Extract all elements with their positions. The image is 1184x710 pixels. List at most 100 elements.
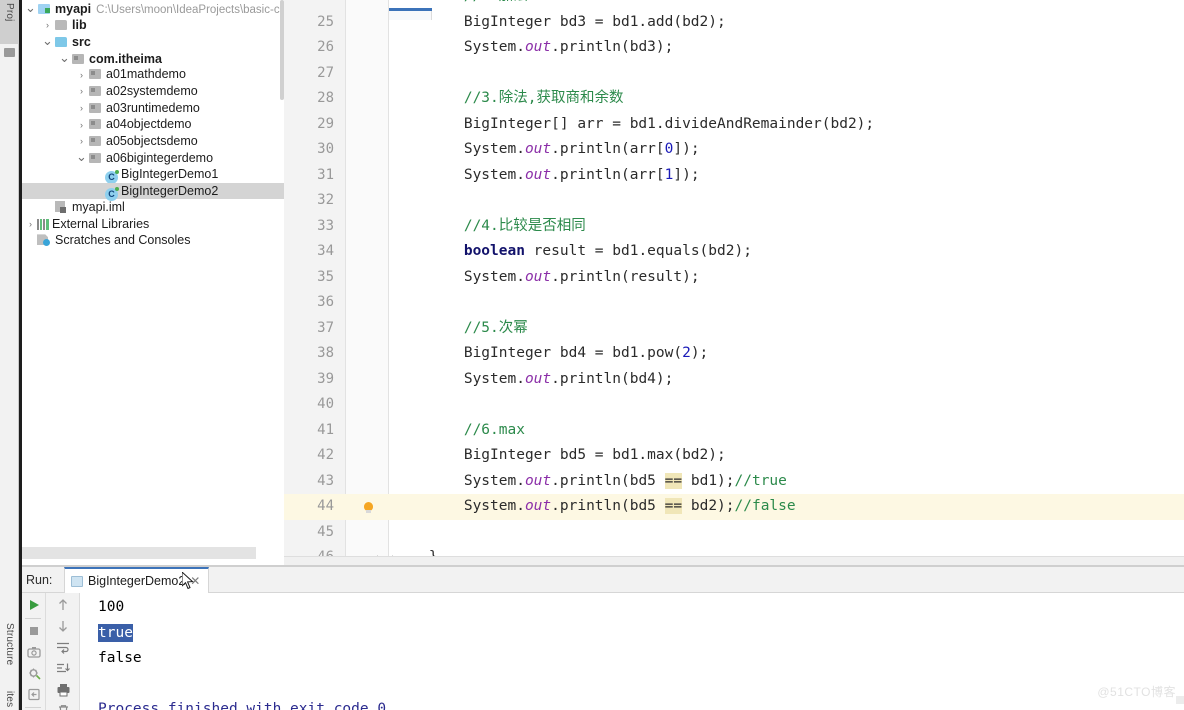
scroll-to-end-button[interactable] — [53, 658, 73, 678]
chevron-right-icon[interactable]: › — [75, 117, 88, 134]
code-editor[interactable]: 24 //2.加法25 BigInteger bd3 = bd1.add(bd2… — [284, 0, 1184, 565]
console-line-false: false — [98, 650, 142, 666]
code-text: System.out.println(bd3); — [394, 35, 673, 61]
clear-all-button[interactable] — [53, 700, 73, 710]
code-line-29[interactable]: 29 BigInteger[] arr = bd1.divideAndRemai… — [284, 112, 1184, 138]
code-line-43[interactable]: 43 System.out.println(bd5 == bd1);//true — [284, 469, 1184, 495]
code-line-38[interactable]: 38 BigInteger bd4 = bd1.pow(2); — [284, 341, 1184, 367]
token-fld: out — [525, 39, 551, 55]
code-line-24[interactable]: 24 //2.加法 — [284, 0, 1184, 10]
tree-item-a02systemdemo[interactable]: ›a02systemdemo — [22, 83, 284, 100]
console-output[interactable]: 100truefalseProcess finished with exit c… — [81, 593, 1184, 710]
token-fld: out — [525, 167, 551, 183]
token-plain: System. — [394, 473, 525, 489]
project-tree-panel[interactable]: ⌄myapiC:\Users\moon\IdeaProjects\basic-c… — [22, 0, 284, 565]
code-line-40[interactable]: 40 — [284, 392, 1184, 418]
code-line-34[interactable]: 34 boolean result = bd1.equals(bd2); — [284, 239, 1184, 265]
package-icon — [88, 68, 103, 80]
package-icon — [88, 135, 103, 147]
stop-button[interactable] — [24, 621, 44, 641]
code-text: System.out.println(bd5 == bd1);//true — [394, 469, 787, 495]
chevron-down-icon[interactable]: ⌄ — [41, 33, 54, 50]
tree-item-myapi-iml[interactable]: ›myapi.iml — [22, 199, 284, 216]
code-line-35[interactable]: 35 System.out.println(result); — [284, 265, 1184, 291]
tree-item-label: a06bigintegerdemo — [106, 151, 213, 165]
tree-item-a05objectsdemo[interactable]: › a05objectsdemo — [22, 133, 284, 150]
line-number: 26 — [284, 35, 334, 61]
code-line-42[interactable]: 42 BigInteger bd5 = bd1.max(bd2); — [284, 443, 1184, 469]
token-plain: BigInteger bd4 = bd1.pow( — [394, 345, 682, 361]
code-line-30[interactable]: 30 System.out.println(arr[0]); — [284, 137, 1184, 163]
mouse-cursor — [182, 572, 194, 589]
chevron-right-icon[interactable]: › — [75, 100, 88, 117]
chevron-right-icon[interactable]: › — [75, 133, 88, 150]
token-fld: out — [525, 371, 551, 387]
print-button[interactable] — [53, 680, 73, 700]
chevron-right-icon[interactable]: › — [75, 67, 88, 84]
token-plain: .println(bd3); — [551, 39, 673, 55]
console-icon — [71, 576, 83, 587]
intention-bulb-icon[interactable] — [362, 499, 376, 515]
project-tool-tab[interactable]: Proj — [0, 0, 19, 44]
tree-item-a03runtimedemo[interactable]: ›a03runtimedemo — [22, 100, 284, 117]
tree-item-a06bigintegerdemo[interactable]: ⌄ a06bigintegerdemo — [22, 149, 284, 166]
structure-tool-tab[interactable]: Structure — [0, 620, 19, 680]
token-plain: System. — [394, 167, 525, 183]
code-line-37[interactable]: 37 //5.次幂 — [284, 316, 1184, 342]
tree-item-external-libraries[interactable]: ›External Libraries — [22, 216, 284, 233]
chevron-right-icon[interactable]: › — [75, 83, 88, 100]
dump-threads-button[interactable] — [24, 663, 44, 683]
token-plain: ]); — [673, 141, 699, 157]
code-line-26[interactable]: 26 System.out.println(bd3); — [284, 35, 1184, 61]
tree-item-com-itheima[interactable]: ⌄com.itheima — [22, 50, 284, 67]
tree-item-BigIntegerDemo2[interactable]: ›CBigIntegerDemo2 — [22, 183, 284, 200]
favorites-tool-tab[interactable]: ites — [0, 688, 19, 710]
tree-item-BigIntegerDemo1[interactable]: ›CBigIntegerDemo1 — [22, 166, 284, 183]
chevron-right-icon[interactable]: › — [41, 17, 54, 34]
code-text: BigInteger bd5 = bd1.max(bd2); — [394, 443, 726, 469]
tree-item-lib[interactable]: ›lib — [22, 17, 284, 34]
tree-item-scratches-and-consoles[interactable]: ›Scratches and Consoles — [22, 232, 284, 249]
code-line-25[interactable]: 25 BigInteger bd3 = bd1.add(bd2); — [284, 10, 1184, 36]
code-line-27[interactable]: 27 — [284, 61, 1184, 87]
folder-icon — [54, 19, 69, 31]
screenshot-button[interactable] — [24, 642, 44, 662]
token-plain — [394, 320, 464, 336]
chevron-right-icon[interactable]: › — [24, 216, 37, 233]
chevron-down-icon[interactable]: ⌄ — [58, 50, 71, 67]
token-plain: ]); — [673, 167, 699, 183]
line-number: 29 — [284, 112, 334, 138]
code-line-33[interactable]: 33 //4.比较是否相同 — [284, 214, 1184, 240]
code-line-45[interactable]: 45 — [284, 520, 1184, 546]
chevron-down-icon[interactable]: ⌄ — [24, 0, 37, 17]
code-line-39[interactable]: 39 System.out.println(bd4); — [284, 367, 1184, 393]
code-line-44[interactable]: 44 System.out.println(bd5 == bd2);//fals… — [284, 494, 1184, 520]
token-plain: .println(result); — [551, 269, 699, 285]
tree-item-a04objectdemo[interactable]: › a04objectdemo — [22, 116, 284, 133]
code-line-28[interactable]: 28 //3.除法,获取商和余数 — [284, 86, 1184, 112]
code-line-32[interactable]: 32 — [284, 188, 1184, 214]
chevron-down-icon[interactable]: ⌄ — [75, 149, 88, 166]
token-plain: .println(arr[ — [551, 141, 665, 157]
tree-item-label: myapi — [55, 2, 91, 16]
code-line-36[interactable]: 36 — [284, 290, 1184, 316]
soft-wrap-button[interactable] — [53, 637, 73, 657]
line-number: 34 — [284, 239, 334, 265]
tree-item-myapi[interactable]: ⌄myapiC:\Users\moon\IdeaProjects\basic-c… — [22, 0, 284, 17]
token-plain: BigInteger bd3 = bd1.add(bd2); — [394, 14, 726, 30]
code-area[interactable]: 24 //2.加法25 BigInteger bd3 = bd1.add(bd2… — [284, 0, 1184, 565]
restore-layout-button[interactable] — [24, 684, 44, 704]
tree-item-src[interactable]: ⌄src — [22, 33, 284, 50]
run-tab-bar: Run: BigIntegerDemo2 ✕ — [22, 567, 1184, 593]
tree-item-label: a04objectdemo — [106, 117, 191, 131]
code-text: System.out.println(result); — [394, 265, 700, 291]
code-line-41[interactable]: 41 //6.max — [284, 418, 1184, 444]
code-line-31[interactable]: 31 System.out.println(arr[1]); — [284, 163, 1184, 189]
code-text: System.out.println(bd4); — [394, 367, 673, 393]
rerun-button[interactable] — [24, 595, 44, 615]
next-occurrence-button[interactable] — [53, 616, 73, 636]
token-plain: System. — [394, 141, 525, 157]
tree-item-label: a05objectsdemo — [106, 134, 198, 148]
prev-occurrence-button[interactable] — [53, 595, 73, 615]
tree-item-a01mathdemo[interactable]: ›a01mathdemo — [22, 66, 284, 83]
